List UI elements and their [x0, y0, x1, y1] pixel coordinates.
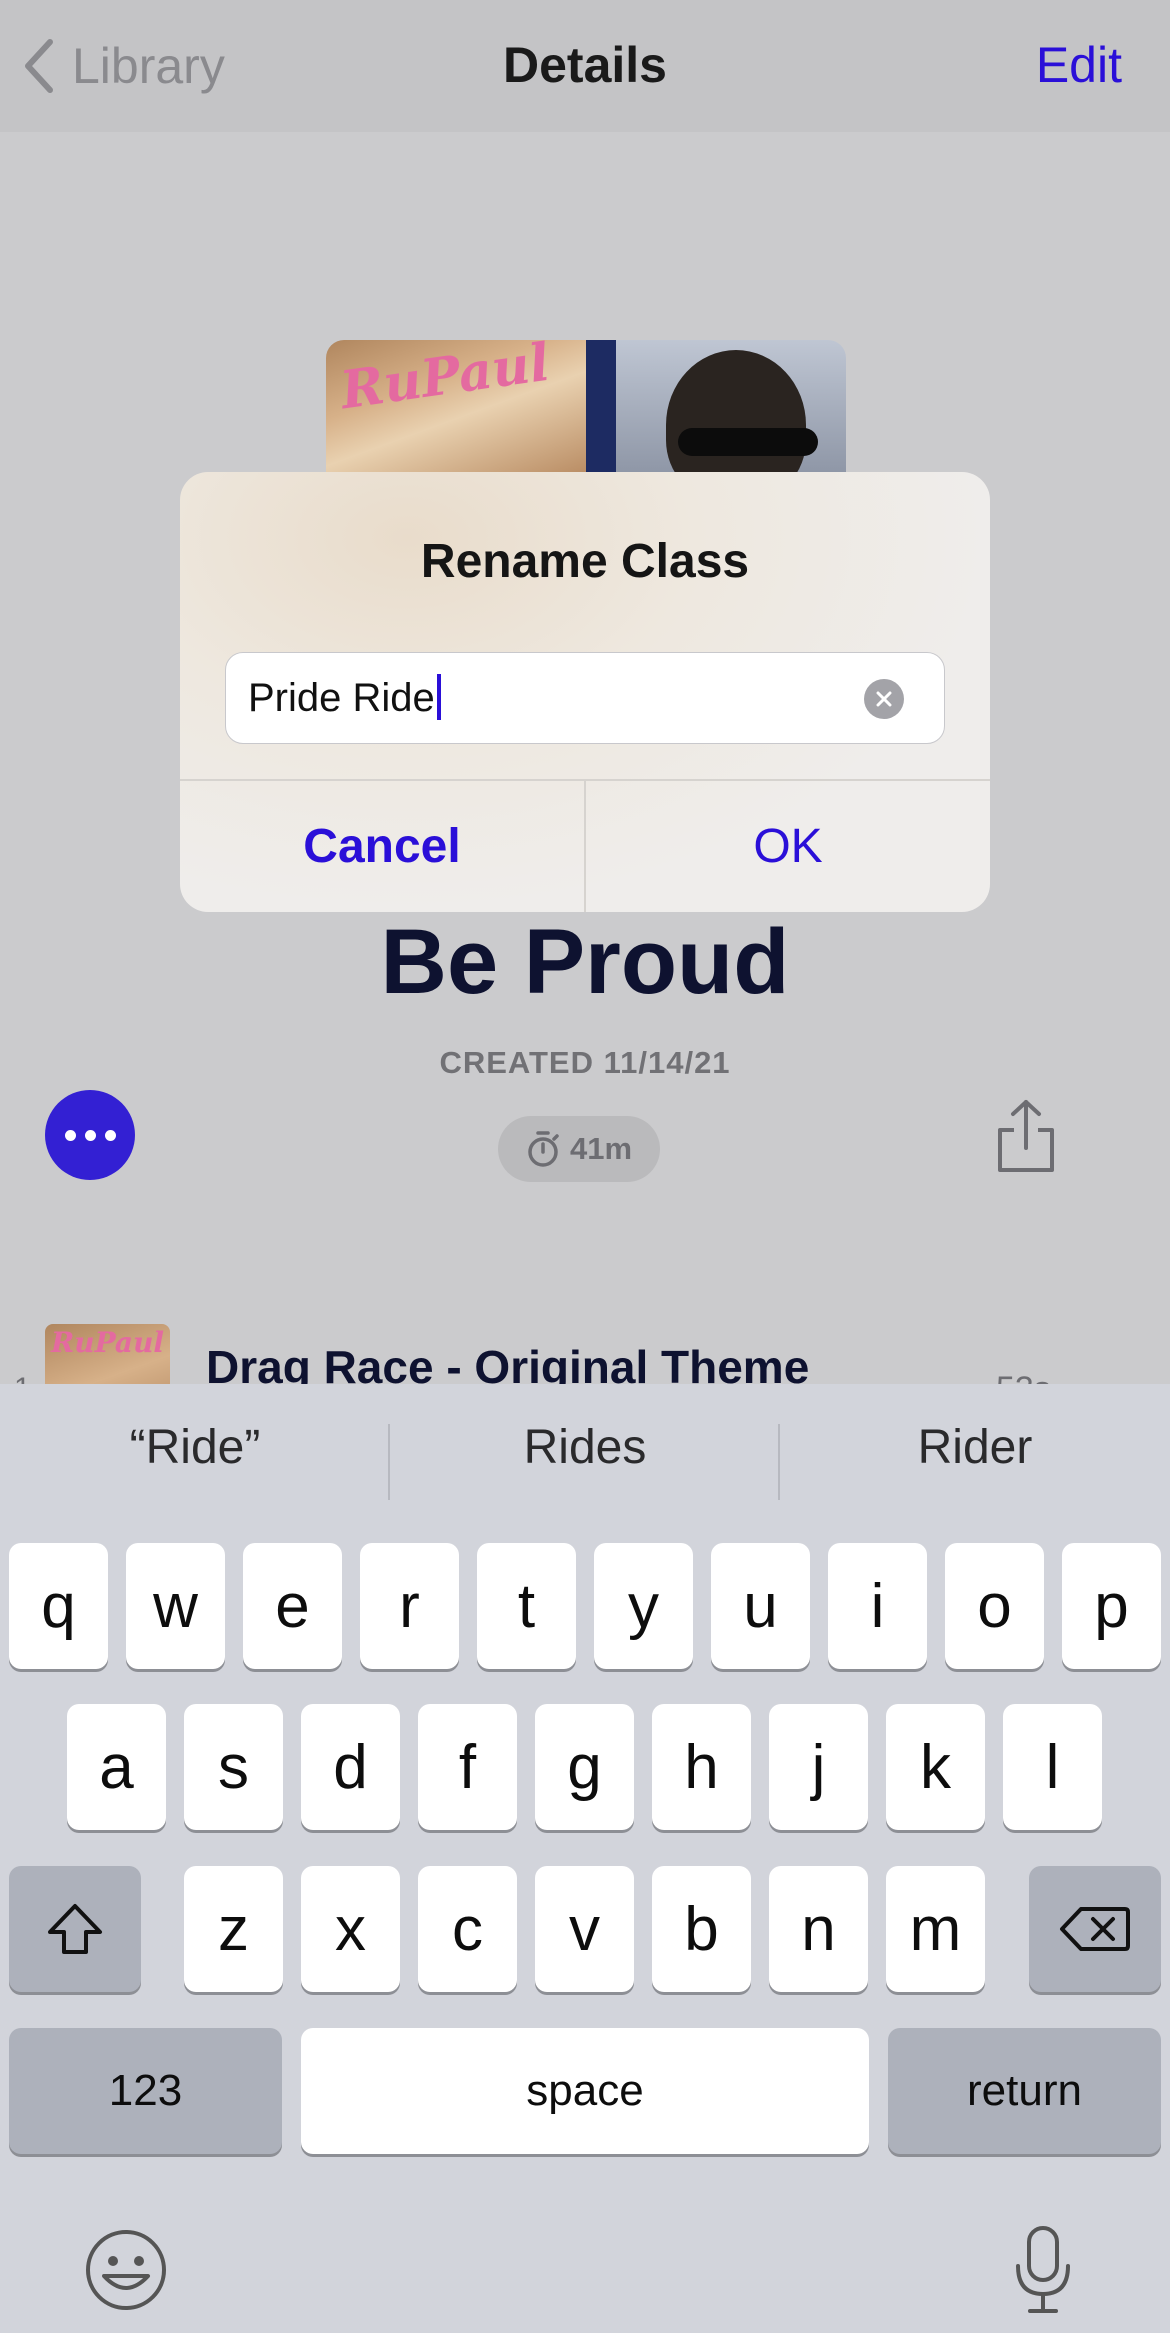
key-e[interactable]: e — [243, 1543, 342, 1669]
album-art-rupaul: RuPaul — [326, 340, 586, 475]
cancel-button[interactable]: Cancel — [180, 781, 584, 912]
suggestion-bar: “Ride” Rides Rider — [0, 1384, 1170, 1536]
clear-button[interactable] — [864, 679, 904, 719]
track-row[interactable]: 1 RuPaul Drag Race - Original Theme 53s — [0, 1322, 1170, 1384]
album-art-portrait — [586, 340, 846, 475]
key-b[interactable]: b — [652, 1866, 751, 1992]
shift-icon — [48, 1904, 102, 1954]
key-z[interactable]: z — [184, 1866, 283, 1992]
track-thumb-logo: RuPaul — [51, 1326, 165, 1359]
dictation-button[interactable] — [1012, 2224, 1074, 2321]
delete-icon — [1060, 1907, 1130, 1951]
key-r[interactable]: r — [360, 1543, 459, 1669]
shift-key[interactable] — [9, 1866, 141, 1992]
key-n[interactable]: n — [769, 1866, 868, 1992]
space-key[interactable]: space — [301, 2028, 869, 2154]
ellipsis-icon — [64, 1129, 76, 1141]
emoji-button[interactable] — [84, 2228, 168, 2317]
key-v[interactable]: v — [535, 1866, 634, 1992]
track-duration: 53s — [996, 1370, 1051, 1384]
key-h[interactable]: h — [652, 1704, 751, 1830]
key-q[interactable]: q — [9, 1543, 108, 1669]
key-g[interactable]: g — [535, 1704, 634, 1830]
key-y[interactable]: y — [594, 1543, 693, 1669]
class-name-input[interactable]: Pride Ride — [225, 652, 945, 744]
key-s[interactable]: s — [184, 1704, 283, 1830]
page-title: Details — [503, 37, 667, 93]
rename-dialog: Rename Class Pride Ride Cancel OK — [180, 472, 990, 912]
delete-key[interactable] — [1029, 1866, 1161, 1992]
key-d[interactable]: d — [301, 1704, 400, 1830]
stopwatch-icon — [528, 1131, 559, 1167]
microphone-icon — [1016, 2226, 1070, 2313]
key-l[interactable]: l — [1003, 1704, 1102, 1830]
suggestion-1[interactable]: “Ride” — [0, 1420, 390, 1475]
key-m[interactable]: m — [886, 1866, 985, 1992]
share-icon — [998, 1100, 1054, 1172]
key-k[interactable]: k — [886, 1704, 985, 1830]
dialog-title: Rename Class — [420, 535, 750, 588]
key-j[interactable]: j — [769, 1704, 868, 1830]
key-u[interactable]: u — [711, 1543, 810, 1669]
more-button[interactable] — [45, 1090, 135, 1180]
edit-button[interactable]: Edit — [1036, 36, 1122, 94]
track-number: 1 — [14, 1372, 31, 1384]
emoji-icon — [86, 2230, 166, 2310]
key-w[interactable]: w — [126, 1543, 225, 1669]
key-i[interactable]: i — [828, 1543, 927, 1669]
key-p[interactable]: p — [1062, 1543, 1161, 1669]
navigation-bar: Library Details Edit — [0, 0, 1170, 132]
numbers-key[interactable]: 123 — [9, 2028, 282, 2154]
input-value: Pride Ride — [248, 676, 435, 720]
key-a[interactable]: a — [67, 1704, 166, 1830]
key-o[interactable]: o — [945, 1543, 1044, 1669]
keyboard: “Ride” Rides Rider q w e r t y u i o p a… — [0, 1384, 1170, 2333]
text-cursor — [436, 674, 441, 721]
clear-icon — [876, 691, 892, 707]
key-t[interactable]: t — [477, 1543, 576, 1669]
album-logo: RuPaul — [336, 340, 554, 422]
duration-value: 41m — [569, 1131, 633, 1166]
suggestion-3[interactable]: Rider — [780, 1420, 1170, 1475]
class-title: Be Proud — [380, 911, 790, 1013]
track-thumbnail: RuPaul — [45, 1324, 170, 1384]
return-key[interactable]: return — [888, 2028, 1161, 2154]
key-c[interactable]: c — [418, 1866, 517, 1992]
track-title: Drag Race - Original Theme — [206, 1341, 810, 1384]
ok-button[interactable]: OK — [586, 781, 990, 912]
duration-badge: 41m — [498, 1116, 660, 1182]
class-artwork: RuPaul — [326, 340, 846, 475]
created-date: CREATED 11/14/21 — [439, 1045, 731, 1080]
key-f[interactable]: f — [418, 1704, 517, 1830]
key-x[interactable]: x — [301, 1866, 400, 1992]
share-button[interactable] — [996, 1098, 1056, 1179]
suggestion-2[interactable]: Rides — [390, 1420, 780, 1475]
